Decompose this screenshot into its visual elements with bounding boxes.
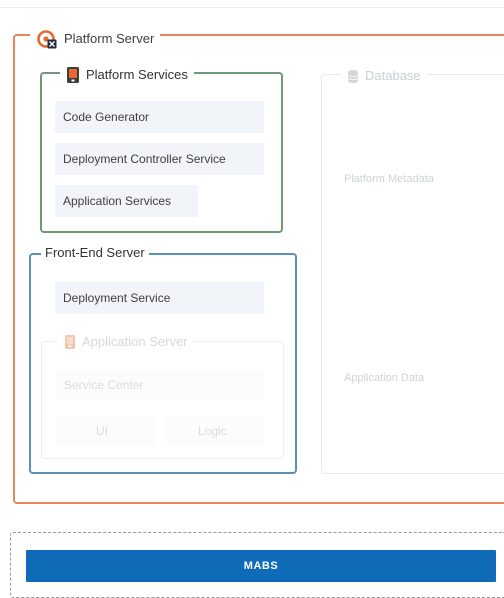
service-code-generator[interactable]: Code Generator bbox=[55, 101, 264, 133]
application-server-title: Application Server bbox=[58, 334, 194, 350]
database-application-data: Application Data bbox=[344, 372, 425, 384]
database-label: Database bbox=[365, 68, 421, 83]
platform-server-label: Platform Server bbox=[64, 31, 155, 46]
platform-services-label: Platform Services bbox=[86, 67, 188, 82]
frontend-deployment-service[interactable]: Deployment Service bbox=[55, 282, 264, 314]
service-deployment-controller[interactable]: Deployment Controller Service bbox=[55, 143, 264, 175]
platform-services-title: Platform Services bbox=[60, 66, 194, 84]
frontend-server-title: Front-End Server bbox=[41, 245, 149, 261]
mabs-button[interactable]: MABS bbox=[26, 550, 496, 582]
appserver-service-center: Service Center bbox=[56, 370, 264, 400]
database-icon bbox=[347, 69, 359, 84]
appserver-ui: UI bbox=[56, 416, 156, 446]
platform-server-title: Platform Server bbox=[30, 28, 161, 50]
appserver-logic: Logic bbox=[166, 416, 264, 446]
mobile-device-icon bbox=[66, 66, 80, 84]
service-application-services[interactable]: Application Services bbox=[55, 185, 198, 217]
database-frame bbox=[321, 74, 504, 474]
mobile-device-icon bbox=[64, 334, 76, 350]
database-title: Database bbox=[341, 68, 427, 84]
frontend-server-label: Front-End Server bbox=[45, 245, 145, 260]
database-platform-metadata: Platform Metadata bbox=[344, 173, 434, 185]
application-server-label: Application Server bbox=[82, 334, 188, 349]
top-strip bbox=[0, 0, 504, 8]
platform-server-icon bbox=[36, 28, 58, 50]
